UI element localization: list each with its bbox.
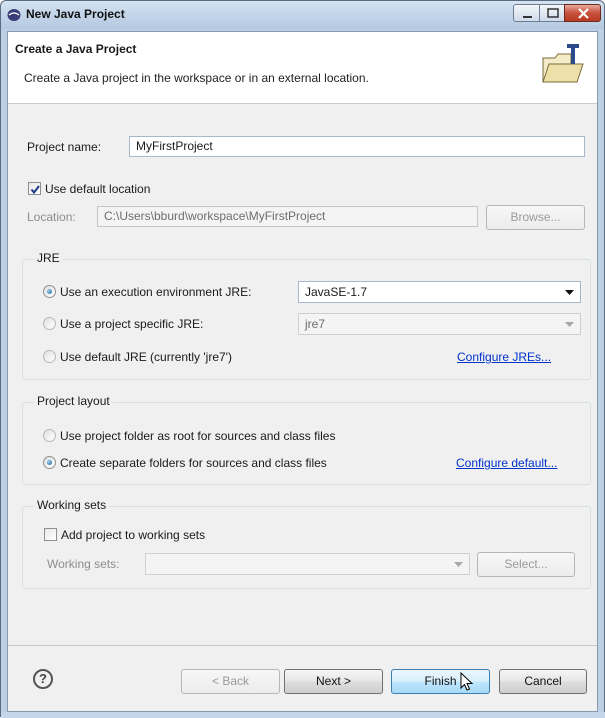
- maximize-button[interactable]: [539, 4, 565, 22]
- working-sets-label: Working sets:: [47, 557, 120, 571]
- configure-jres-link[interactable]: Configure JREs...: [457, 350, 551, 364]
- button-bar-separator: [8, 645, 597, 646]
- radio-execution-environment[interactable]: [43, 285, 56, 298]
- java-coffee-icon: [7, 9, 21, 21]
- radio-project-specific-jre[interactable]: [43, 317, 56, 330]
- minimize-icon: [523, 16, 532, 18]
- add-to-working-sets-checkbox[interactable]: [44, 528, 57, 541]
- cancel-button[interactable]: Cancel: [499, 669, 587, 694]
- location-label: Location:: [27, 210, 76, 224]
- configure-default-link[interactable]: Configure default...: [456, 456, 557, 470]
- execution-environment-label[interactable]: Use an execution environment JRE:: [60, 285, 251, 299]
- project-name-label: Project name:: [27, 140, 102, 154]
- project-specific-jre-label[interactable]: Use a project specific JRE:: [60, 317, 203, 331]
- project-name-input[interactable]: MyFirstProject: [129, 136, 585, 157]
- project-folder-as-root-label[interactable]: Use project folder as root for sources a…: [60, 429, 335, 443]
- folder-wizard-icon: [542, 44, 584, 83]
- page-description: Create a Java project in the workspace o…: [24, 71, 369, 85]
- back-button[interactable]: < Back: [181, 669, 280, 694]
- project-layout-group: [22, 402, 591, 485]
- window-bottom-border: [1, 712, 605, 718]
- mouse-pointer-icon: [460, 672, 474, 691]
- jre-group-title: JRE: [34, 251, 63, 265]
- finish-button[interactable]: Finish: [391, 669, 490, 694]
- window-title: New Java Project: [26, 7, 125, 21]
- add-to-working-sets-label[interactable]: Add project to working sets: [61, 528, 205, 542]
- title-bar[interactable]: New Java Project: [1, 1, 604, 29]
- help-button[interactable]: ?: [33, 669, 53, 689]
- project-specific-jre-select[interactable]: jre7: [298, 313, 581, 335]
- close-icon: [578, 8, 589, 19]
- use-default-location-label[interactable]: Use default location: [45, 182, 150, 196]
- browse-button[interactable]: Browse...: [486, 205, 585, 230]
- select-working-sets-button[interactable]: Select...: [477, 552, 575, 577]
- checkmark-icon: [30, 185, 40, 195]
- chevron-down-icon: [565, 322, 574, 327]
- next-button[interactable]: Next >: [284, 669, 383, 694]
- use-default-location-checkbox[interactable]: [28, 182, 41, 195]
- default-jre-label[interactable]: Use default JRE (currently 'jre7'): [60, 350, 232, 364]
- location-input[interactable]: C:\Users\bburd\workspace\MyFirstProject: [97, 206, 478, 227]
- working-sets-select[interactable]: [145, 553, 470, 575]
- chevron-down-icon: [454, 562, 463, 567]
- project-layout-group-title: Project layout: [34, 394, 113, 408]
- execution-environment-select[interactable]: JavaSE-1.7: [298, 281, 581, 303]
- separate-folders-label[interactable]: Create separate folders for sources and …: [60, 456, 327, 470]
- maximize-icon: [547, 8, 559, 18]
- radio-separate-folders[interactable]: [43, 456, 56, 469]
- finish-button-label: Finish: [424, 674, 457, 688]
- page-title: Create a Java Project: [15, 42, 137, 56]
- project-specific-jre-value: jre7: [305, 317, 326, 331]
- execution-environment-value: JavaSE-1.7: [305, 285, 368, 299]
- minimize-button[interactable]: [513, 4, 540, 22]
- close-button[interactable]: [564, 4, 601, 22]
- radio-default-jre[interactable]: [43, 350, 56, 363]
- radio-project-folder-as-root[interactable]: [43, 429, 56, 442]
- wizard-header: Create a Java Project Create a Java proj…: [8, 32, 597, 104]
- dialog-client: Create a Java Project Create a Java proj…: [7, 31, 598, 712]
- working-sets-group-title: Working sets: [34, 498, 110, 512]
- new-java-project-window: New Java Project Create a Java Project C…: [0, 0, 605, 718]
- chevron-down-icon: [565, 290, 574, 295]
